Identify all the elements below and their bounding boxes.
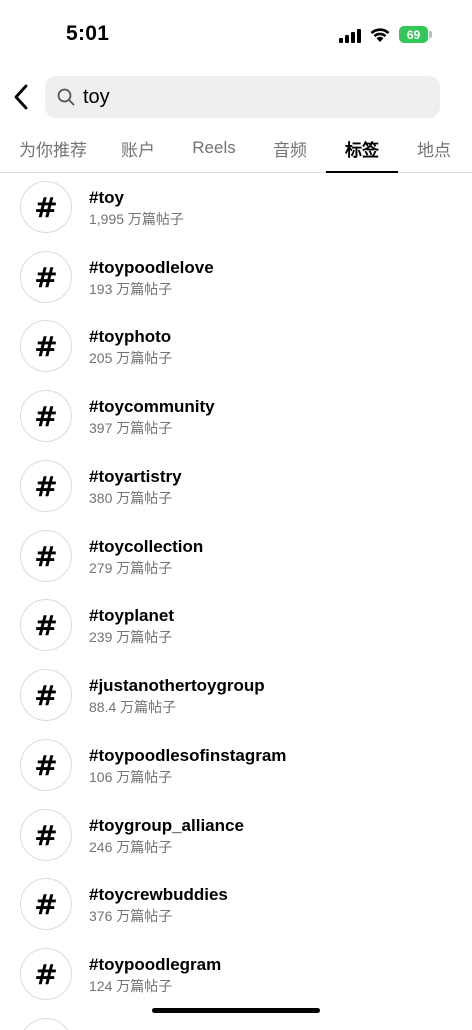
battery-tip bbox=[429, 31, 432, 38]
hashtag-post-count: 279 万篇帖子 bbox=[89, 560, 173, 576]
hashtag-post-count: 193 万篇帖子 bbox=[89, 281, 173, 297]
hashtag-row[interactable]: # #toycollection 279 万篇帖子 bbox=[0, 522, 472, 592]
tab-audio[interactable]: 音频 bbox=[262, 124, 318, 172]
tab-label: 为你推荐 bbox=[19, 140, 87, 160]
hashtag-row[interactable]: # #toygroup_alliance 246 万篇帖子 bbox=[0, 801, 472, 871]
hashtag-icon: # bbox=[20, 460, 72, 512]
tab-accounts[interactable]: 账户 bbox=[110, 124, 166, 172]
hashtag-row[interactable]: # #toy 1,995 万篇帖子 bbox=[0, 173, 472, 243]
search-input[interactable] bbox=[83, 85, 403, 109]
hashtag-row[interactable]: # #toyphoto 205 万篇帖子 bbox=[0, 312, 472, 382]
search-bar[interactable] bbox=[45, 76, 440, 118]
hashtag-row-partial[interactable] bbox=[0, 1010, 472, 1030]
hashtag-name: #toycrewbuddies bbox=[89, 885, 228, 904]
hashtag-post-count: 1,995 万篇帖子 bbox=[89, 211, 184, 227]
hashtag-post-count: 397 万篇帖子 bbox=[89, 420, 173, 436]
hashtag-name: #toygroup_alliance bbox=[89, 816, 244, 835]
tab-places[interactable]: 地点 bbox=[408, 124, 460, 172]
hashtag-post-count: 376 万篇帖子 bbox=[89, 908, 173, 924]
hashtag-row[interactable]: # #toycommunity 397 万篇帖子 bbox=[0, 382, 472, 452]
chevron-left-icon bbox=[14, 84, 28, 110]
back-button[interactable] bbox=[10, 82, 32, 112]
hashtag-row[interactable]: # #toypoodlesofinstagram 106 万篇帖子 bbox=[0, 731, 472, 801]
hashtag-icon: # bbox=[20, 181, 72, 233]
hashtag-name: #toyartistry bbox=[89, 467, 182, 486]
hashtag-icon: # bbox=[20, 739, 72, 791]
tab-label: 地点 bbox=[417, 140, 451, 160]
tab-label: 标签 bbox=[345, 140, 379, 160]
hashtag-name: #toypoodlelove bbox=[89, 258, 214, 277]
hashtag-row[interactable]: # #toyplanet 239 万篇帖子 bbox=[0, 591, 472, 661]
hashtag-icon bbox=[20, 1018, 72, 1030]
hashtag-row[interactable]: # #toycrewbuddies 376 万篇帖子 bbox=[0, 870, 472, 940]
search-tabs: 为你推荐 账户 Reels 音频 标签 地点 bbox=[0, 124, 472, 173]
hashtag-post-count: 106 万篇帖子 bbox=[89, 769, 173, 785]
hashtag-name: #toypoodlesofinstagram bbox=[89, 746, 287, 765]
cellular-signal-icon bbox=[339, 29, 361, 43]
hashtag-icon: # bbox=[20, 948, 72, 1000]
hashtag-name: #toypoodlegram bbox=[89, 955, 222, 974]
battery-percentage: 69 bbox=[406, 27, 421, 42]
hashtag-post-count: 124 万篇帖子 bbox=[89, 978, 173, 994]
hashtag-icon: # bbox=[20, 320, 72, 372]
hashtag-post-count: 246 万篇帖子 bbox=[89, 839, 173, 855]
tab-label: 账户 bbox=[121, 140, 155, 160]
tab-reels[interactable]: Reels bbox=[182, 124, 246, 172]
hashtag-post-count: 380 万篇帖子 bbox=[89, 490, 173, 506]
home-indicator[interactable] bbox=[152, 1008, 320, 1013]
hashtag-post-count: 88.4 万篇帖子 bbox=[89, 699, 177, 715]
tab-tags[interactable]: 标签 bbox=[326, 124, 398, 173]
hashtag-icon: # bbox=[20, 251, 72, 303]
hashtag-post-count: 239 万篇帖子 bbox=[89, 629, 173, 645]
hashtag-row[interactable]: # #toyartistry 380 万篇帖子 bbox=[0, 452, 472, 522]
hashtag-name: #toyphoto bbox=[89, 327, 172, 346]
hashtag-icon: # bbox=[20, 878, 72, 930]
status-time: 5:01 bbox=[66, 22, 110, 45]
hashtag-name: #toycommunity bbox=[89, 397, 215, 416]
hashtag-row[interactable]: # #toypoodlegram 124 万篇帖子 bbox=[0, 940, 472, 1010]
hashtag-icon: # bbox=[20, 390, 72, 442]
tab-label: 音频 bbox=[273, 140, 307, 160]
battery-level: 69 bbox=[399, 26, 428, 43]
hashtag-icon: # bbox=[20, 809, 72, 861]
hashtag-name: #toyplanet bbox=[89, 606, 175, 625]
hashtag-name: #toycollection bbox=[89, 537, 204, 556]
battery-icon: 69 bbox=[399, 26, 433, 43]
tab-for-you[interactable]: 为你推荐 bbox=[10, 124, 96, 172]
hashtag-row[interactable]: # #justanothertoygroup 88.4 万篇帖子 bbox=[0, 661, 472, 731]
status-bar: 5:01 69 bbox=[0, 0, 472, 70]
hashtag-icon: # bbox=[20, 669, 72, 721]
hashtag-name: #justanothertoygroup bbox=[89, 676, 265, 695]
hashtag-row[interactable]: # #toypoodlelove 193 万篇帖子 bbox=[0, 243, 472, 313]
hashtag-post-count: 205 万篇帖子 bbox=[89, 350, 173, 366]
hashtag-name: #toy bbox=[89, 188, 124, 207]
hashtag-icon: # bbox=[20, 530, 72, 582]
search-icon bbox=[57, 88, 75, 106]
hashtag-icon: # bbox=[20, 599, 72, 651]
wifi-icon bbox=[370, 28, 390, 42]
tab-label: Reels bbox=[192, 138, 236, 157]
